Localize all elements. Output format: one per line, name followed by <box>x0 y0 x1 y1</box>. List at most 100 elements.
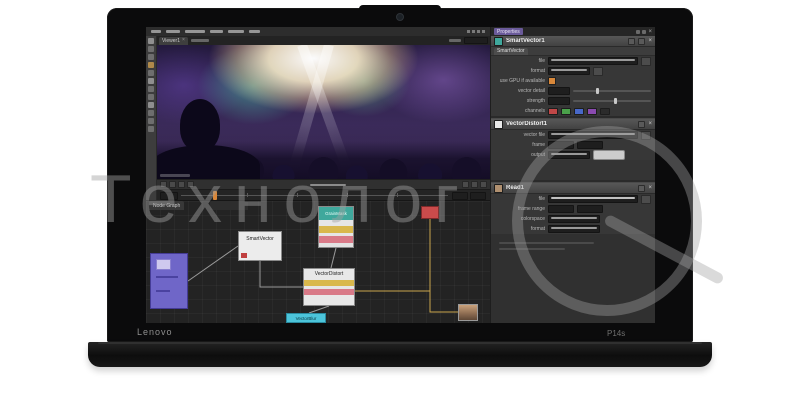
viewer-toolbar-item[interactable] <box>449 39 461 42</box>
folder-button[interactable] <box>641 57 651 66</box>
viewer-zoom-field[interactable] <box>464 37 488 44</box>
viewer-tab[interactable]: Viewer1 × <box>159 37 188 45</box>
close-icon[interactable]: × <box>648 38 652 44</box>
color-swatch-purple[interactable] <box>587 108 597 115</box>
range-field[interactable] <box>470 192 486 200</box>
webcam-notch <box>359 5 441 13</box>
properties-header-tab[interactable]: Properties <box>494 28 523 35</box>
gpu-checkbox[interactable] <box>548 77 556 85</box>
expand-icon[interactable] <box>642 30 646 34</box>
format-dropdown[interactable] <box>548 67 590 75</box>
node-group-subnode[interactable] <box>156 259 171 270</box>
panel-tab[interactable]: SmartVector <box>494 48 528 55</box>
prop-label: vector detail <box>495 88 545 94</box>
menu-icons <box>467 30 485 33</box>
color-swatch-green[interactable] <box>561 108 571 115</box>
node-vectorblur[interactable]: VectorBlur <box>286 313 326 323</box>
wire <box>430 291 458 312</box>
dropdown-button[interactable] <box>593 67 603 76</box>
node-color-chip <box>494 37 503 46</box>
tool-icon[interactable] <box>148 102 154 108</box>
product-photo: Viewer1 × <box>0 0 800 402</box>
node-vectordistort[interactable]: VectorDistort <box>303 268 355 306</box>
wire <box>188 246 238 281</box>
tool-icon[interactable] <box>148 70 154 76</box>
wire <box>260 261 303 287</box>
menu-item[interactable] <box>228 30 244 33</box>
node-pink-strip <box>304 289 354 295</box>
value-field[interactable] <box>548 97 570 105</box>
menu-icon[interactable] <box>472 30 475 33</box>
slider-track[interactable] <box>573 90 651 92</box>
viewer-toolbar-item[interactable] <box>191 39 209 42</box>
menu-item[interactable] <box>185 30 205 33</box>
panel-title: SmartVector1 <box>506 38 625 44</box>
close-icon[interactable]: × <box>182 38 185 43</box>
slider-handle[interactable] <box>614 98 617 104</box>
node-group-wire <box>156 290 170 292</box>
file-input[interactable] <box>548 57 638 65</box>
webcam-icon <box>396 13 404 21</box>
watermark-text: Технолог <box>90 160 471 238</box>
viewer-image[interactable] <box>157 45 490 179</box>
tool-icon[interactable] <box>148 86 154 92</box>
menu-icon[interactable] <box>477 30 480 33</box>
prop-row: format <box>491 66 655 76</box>
node-color-chip <box>494 120 503 129</box>
slider-handle[interactable] <box>596 88 599 94</box>
menu-icon[interactable] <box>482 30 485 33</box>
wire <box>309 306 329 313</box>
slider-track[interactable] <box>573 100 651 102</box>
prop-label: strength <box>495 98 545 104</box>
properties-header: Properties × <box>491 27 655 36</box>
tool-icon[interactable] <box>148 46 154 52</box>
prop-label: file <box>495 58 545 64</box>
menu-item[interactable] <box>210 30 223 33</box>
prop-row: use GPU if available <box>491 76 655 86</box>
color-swatch-dark[interactable] <box>600 108 610 115</box>
node-label: VectorDistort <box>304 269 354 280</box>
close-icon[interactable]: × <box>648 121 652 127</box>
close-icon[interactable]: × <box>648 29 652 35</box>
panel-title-bar[interactable]: SmartVector1 × <box>491 36 655 47</box>
tool-icon[interactable] <box>148 54 154 60</box>
node-color-chip <box>494 184 503 193</box>
menu-icon[interactable] <box>467 30 470 33</box>
menu-item[interactable] <box>249 30 260 33</box>
tool-icon[interactable] <box>148 110 154 116</box>
laptop-base <box>88 342 712 367</box>
tool-icon[interactable] <box>148 126 154 132</box>
properties-header-label: Properties <box>497 29 520 35</box>
value-field[interactable] <box>548 87 570 95</box>
color-swatch-blue[interactable] <box>574 108 584 115</box>
menu-item[interactable] <box>151 30 161 33</box>
help-icon[interactable] <box>638 38 645 45</box>
select-tool-icon[interactable] <box>148 38 154 44</box>
brand-logo: Lenovo <box>137 327 173 337</box>
pin-icon[interactable] <box>636 30 640 34</box>
prop-label: channels <box>495 108 545 114</box>
center-icon[interactable] <box>628 38 635 45</box>
prop-label: frame <box>495 142 545 148</box>
node-error-indicator <box>241 253 247 258</box>
color-swatch-red[interactable] <box>548 108 558 115</box>
panel-tabs: SmartVector <box>491 47 655 56</box>
wire <box>331 248 336 268</box>
viewer-control-button[interactable] <box>471 181 478 188</box>
model-label: P14s <box>607 329 625 338</box>
menu-bar <box>146 27 490 36</box>
viewer-tab-label: Viewer1 <box>162 38 180 44</box>
prop-row: vector detail <box>491 86 655 96</box>
node-read-thumbnail[interactable] <box>458 304 478 321</box>
node-label: VectorBlur <box>296 316 317 321</box>
viewer-control-button[interactable] <box>480 181 487 188</box>
center-icon[interactable] <box>638 121 645 128</box>
tool-icon[interactable] <box>148 118 154 124</box>
tool-icon[interactable] <box>148 62 154 68</box>
node-group[interactable] <box>150 253 188 309</box>
tool-icon[interactable] <box>148 78 154 84</box>
prop-label: use GPU if available <box>495 78 545 84</box>
tool-icon[interactable] <box>148 94 154 100</box>
prop-row: file <box>491 56 655 66</box>
menu-item[interactable] <box>166 30 180 33</box>
